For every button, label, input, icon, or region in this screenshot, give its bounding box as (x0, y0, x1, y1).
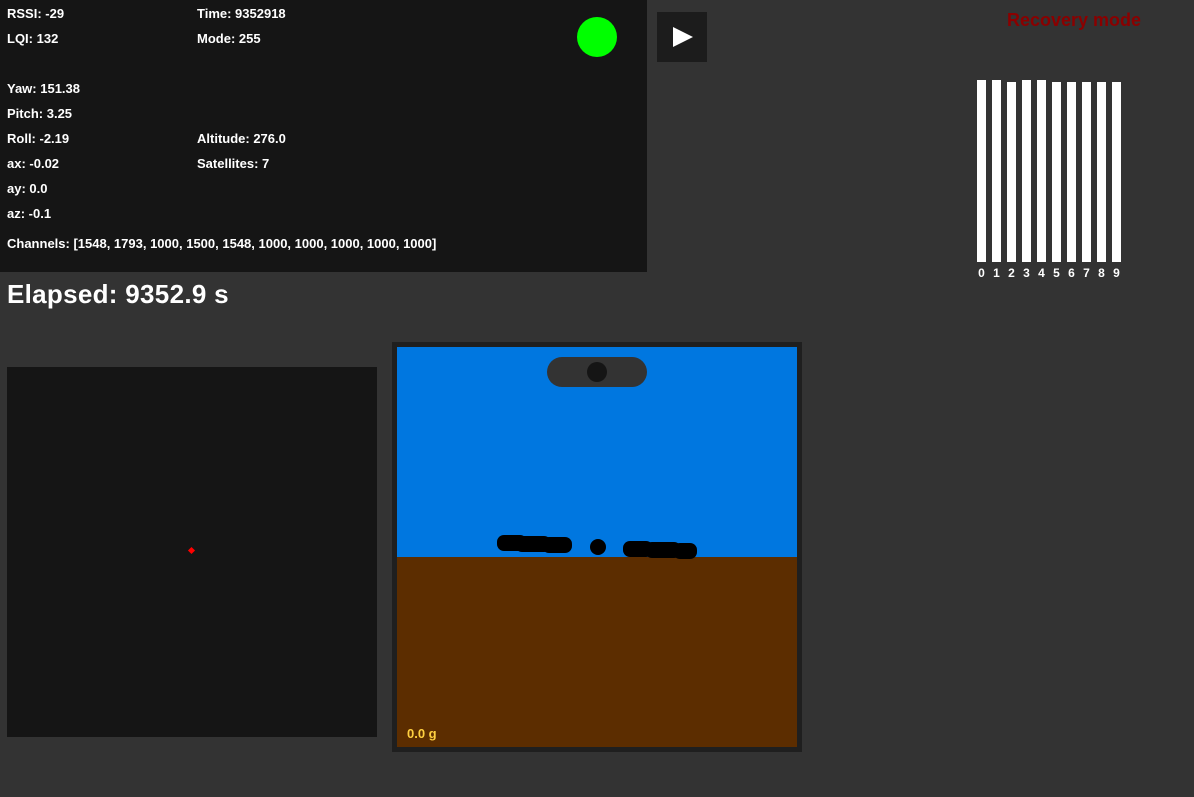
satellites-readout: Satellites: 7 (197, 156, 270, 171)
channel-bar-7 (1082, 82, 1091, 262)
channel-bar-label: 1 (993, 266, 1000, 280)
play-button[interactable] (657, 12, 707, 62)
channel-bar-label: 0 (978, 266, 985, 280)
channel-bar-label: 6 (1068, 266, 1075, 280)
yaw-readout: Yaw: 151.38 (7, 81, 80, 96)
channel-bar-8 (1097, 82, 1106, 262)
rssi-readout: RSSI: -29 (7, 6, 65, 21)
ay-readout: ay: 0.0 (7, 181, 48, 196)
channels-readout: Channels: [1548, 1793, 1000, 1500, 1548,… (7, 236, 437, 251)
aircraft-reference-symbol (497, 535, 697, 559)
center-dot (590, 539, 606, 555)
channel-bar-label: 9 (1113, 266, 1120, 280)
channel-bar-0 (977, 80, 986, 263)
mode-readout: Mode: 255 (197, 31, 261, 46)
telemetry-panel: RSSI: -29 Time: 9352918 LQI: 132 Mode: 2… (0, 0, 647, 272)
left-wing-segment (542, 537, 572, 553)
link-status-indicator (577, 17, 617, 57)
channel-bar-label: 2 (1008, 266, 1015, 280)
ax-readout: ax: -0.02 (7, 156, 60, 171)
channel-bar-6 (1067, 82, 1076, 262)
channel-bar-graph: 0123456789 (977, 80, 1121, 280)
attitude-indicator: 0.0 g (392, 342, 802, 752)
channel-bar-label: 4 (1038, 266, 1045, 280)
elapsed-time: Elapsed: 9352.9 s (7, 279, 229, 309)
position-marker (187, 546, 196, 555)
channel-bar-4 (1037, 80, 1046, 263)
az-readout: az: -0.1 (7, 206, 52, 221)
position-map (7, 367, 377, 737)
channel-bar-label: 3 (1023, 266, 1030, 280)
time-readout: Time: 9352918 (197, 6, 286, 21)
play-icon (673, 27, 693, 47)
right-wing-segment (673, 543, 697, 559)
channel-bar-label: 5 (1053, 266, 1060, 280)
roll-readout: Roll: -2.19 (7, 131, 70, 146)
altitude-readout: Altitude: 276.0 (197, 131, 286, 146)
channel-bar-1 (992, 80, 1001, 262)
recovery-mode-label: Recovery mode (1007, 10, 1142, 30)
channel-bar-2 (1007, 82, 1016, 262)
channel-bar-label: 8 (1098, 266, 1105, 280)
channel-bar-9 (1112, 82, 1121, 262)
pitch-readout: Pitch: 3.25 (7, 106, 73, 121)
channel-bar-3 (1022, 80, 1031, 262)
g-force-readout: 0.0 g (407, 726, 437, 741)
lqi-readout: LQI: 132 (7, 31, 59, 46)
attitude-view: 0.0 g (397, 347, 797, 747)
channel-bar-label: 7 (1083, 266, 1090, 280)
channel-bar-5 (1052, 82, 1061, 262)
